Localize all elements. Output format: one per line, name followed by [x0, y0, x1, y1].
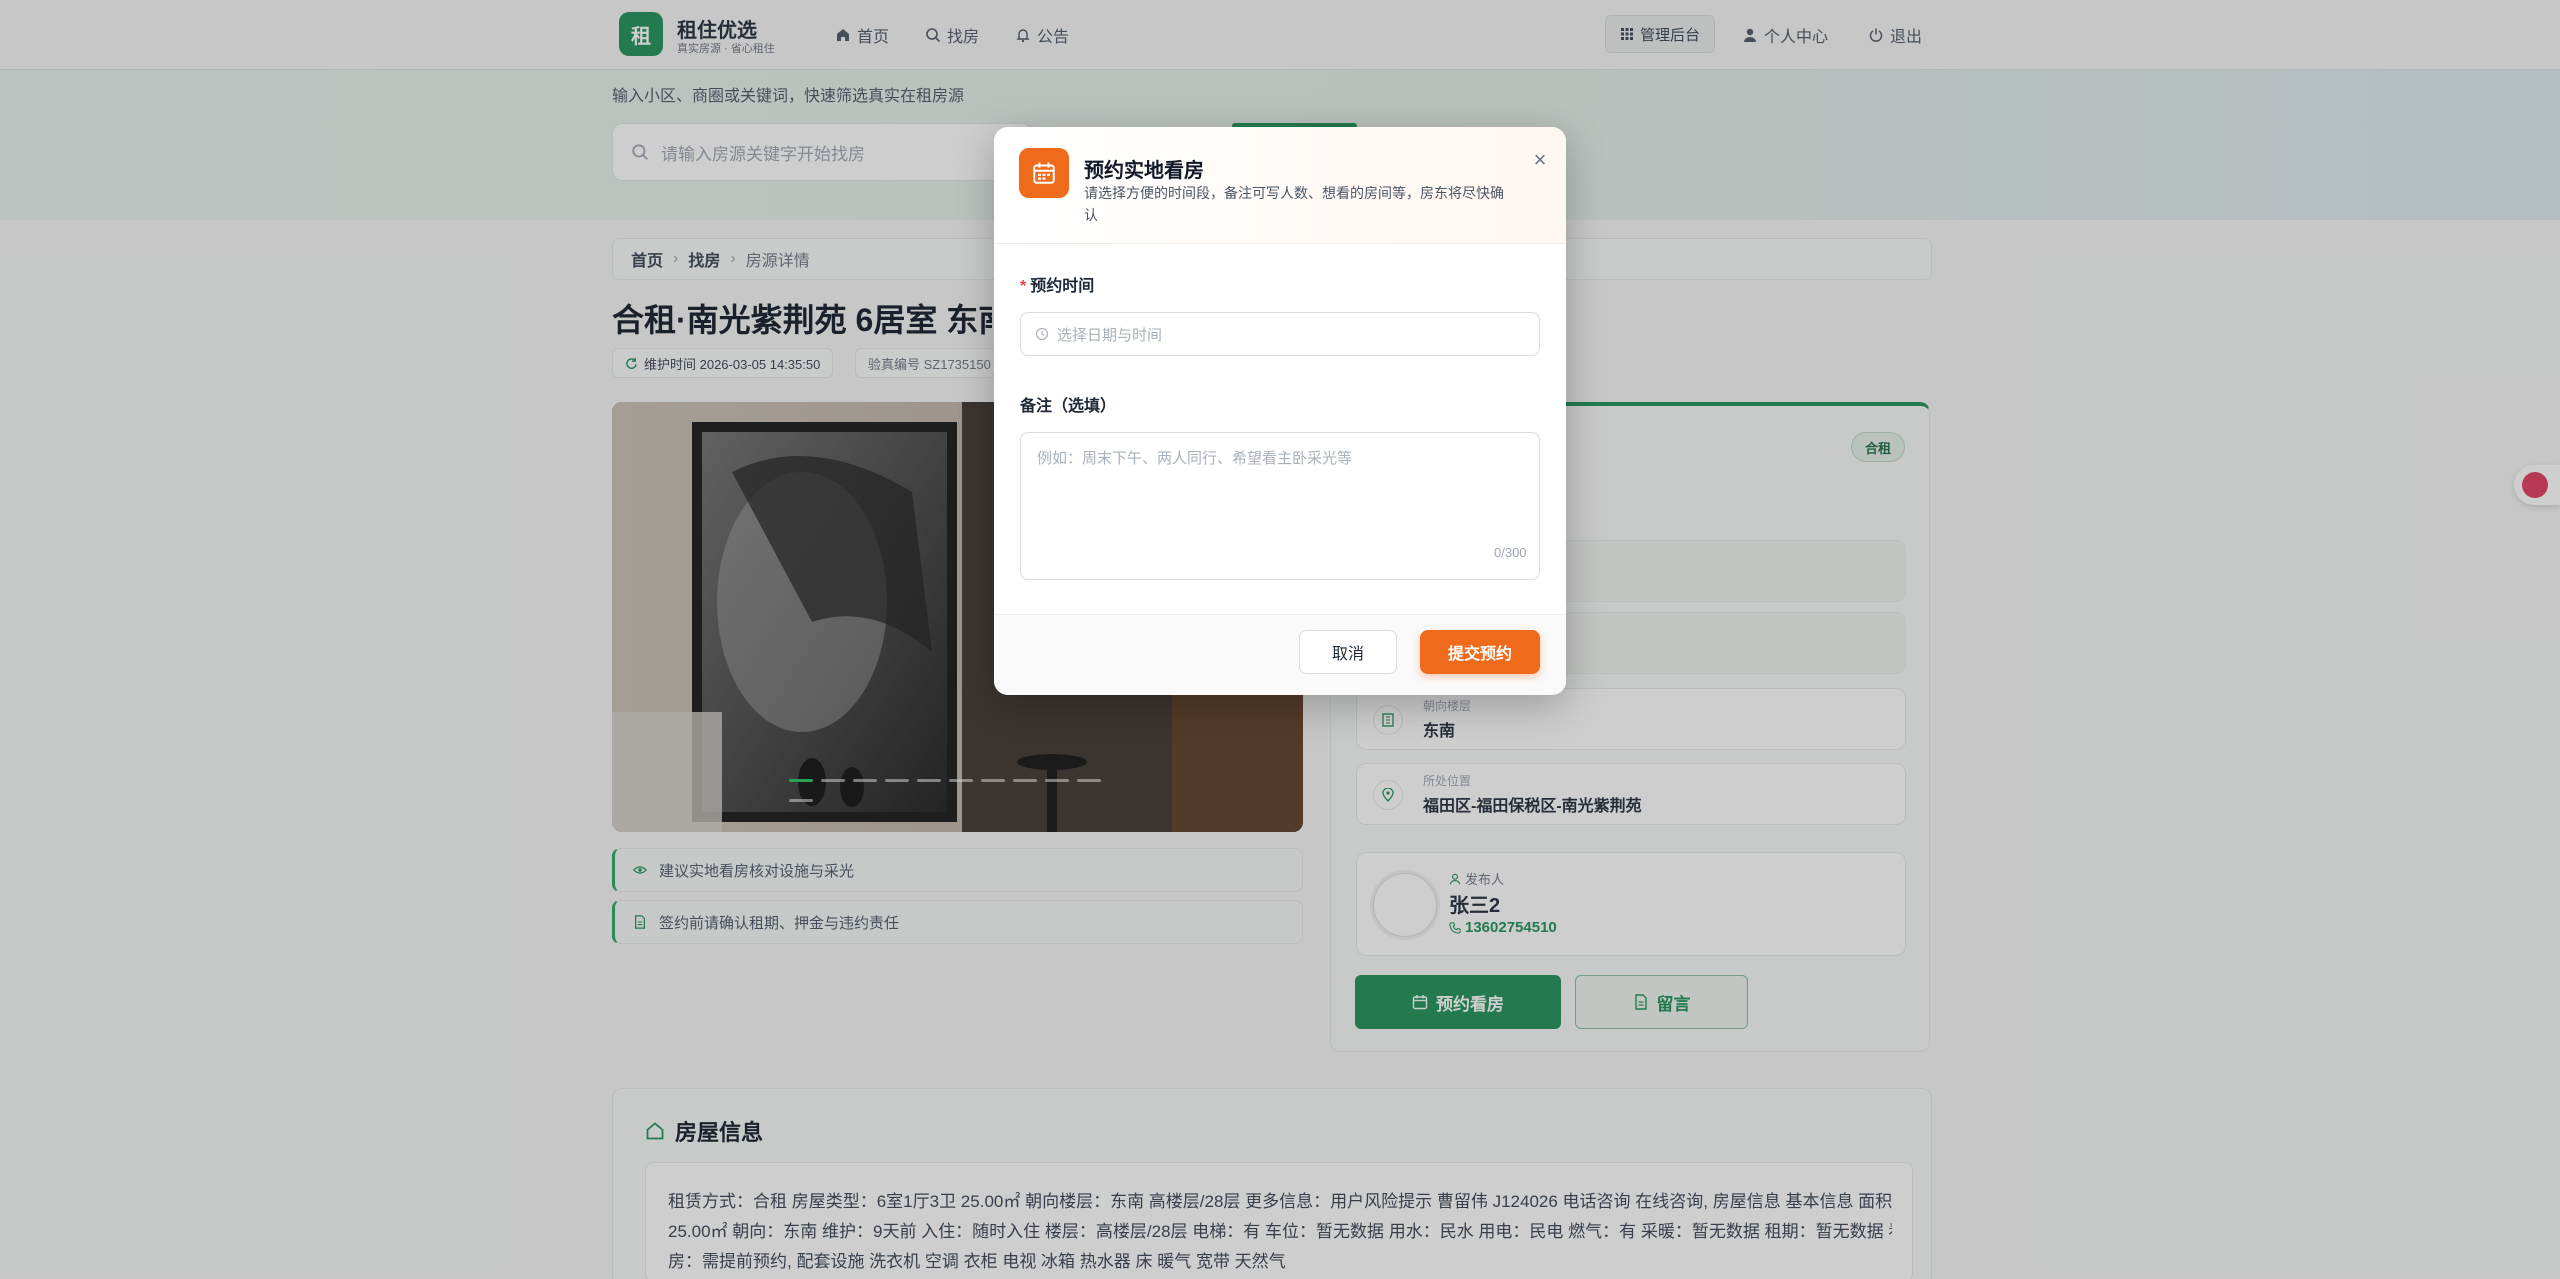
- datetime-placeholder: 选择日期与时间: [1057, 326, 1163, 344]
- note-label: 备注（选填）: [1020, 398, 1117, 415]
- booking-modal: 预约实地看房 请选择方便的时间段，备注可写人数、想看的房间等，房东将尽快确认 ×…: [994, 127, 1566, 695]
- calendar-icon: [1019, 148, 1069, 198]
- modal-title: 预约实地看房: [1084, 160, 1204, 182]
- clock-icon: [1035, 327, 1049, 341]
- cancel-button[interactable]: 取消: [1299, 630, 1397, 674]
- note-placeholder: 例如：周末下午、两人同行、希望看主卧采光等: [1037, 450, 1353, 467]
- time-label-row: * 预约时间: [1020, 272, 1094, 296]
- close-icon[interactable]: ×: [1527, 147, 1553, 173]
- datetime-picker-input[interactable]: 选择日期与时间: [1020, 312, 1540, 356]
- submit-booking-button[interactable]: 提交预约: [1420, 630, 1540, 674]
- modal-header: 预约实地看房 请选择方便的时间段，备注可写人数、想看的房间等，房东将尽快确认 ×: [994, 127, 1566, 244]
- required-mark: *: [1020, 278, 1027, 295]
- char-counter: 0/300: [1494, 545, 1527, 560]
- time-label: 预约时间: [1030, 278, 1095, 295]
- modal-description: 请选择方便的时间段，备注可写人数、想看的房间等，房东将尽快确认: [1084, 185, 1504, 223]
- note-textarea[interactable]: 例如：周末下午、两人同行、希望看主卧采光等: [1020, 432, 1540, 580]
